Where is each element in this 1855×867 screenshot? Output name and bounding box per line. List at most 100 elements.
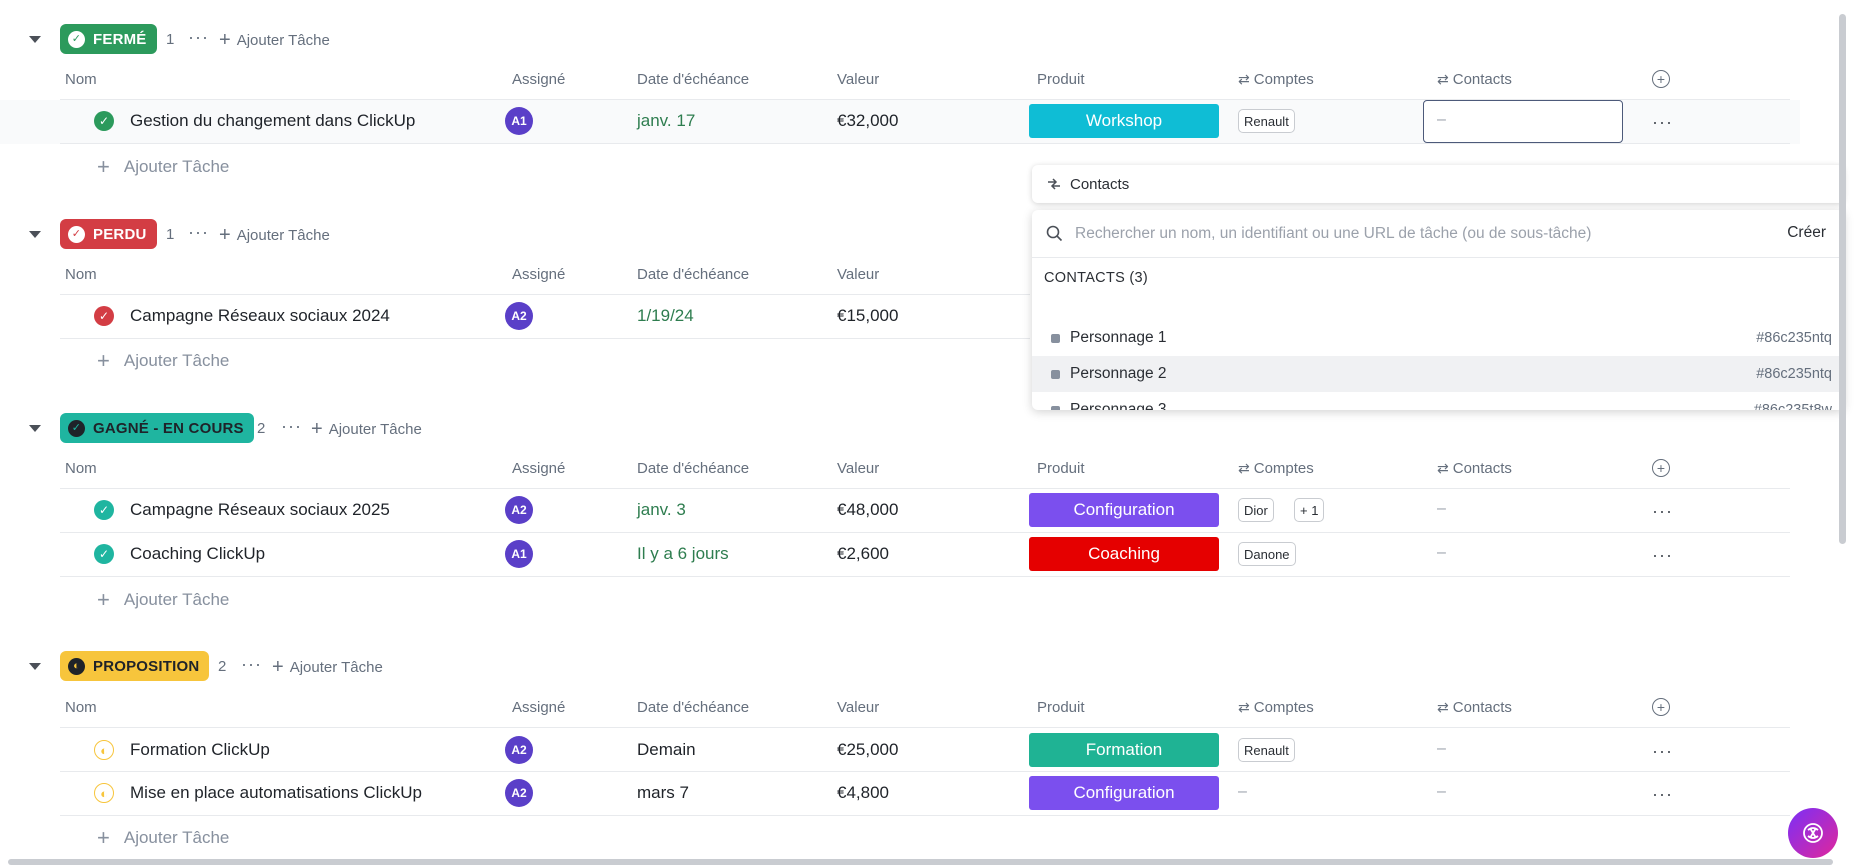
status-badge-ferme[interactable]: ✓ FERMÉ — [60, 24, 157, 54]
col-header-contacts[interactable]: ⇄ Contacts — [1437, 71, 1512, 88]
add-column-icon[interactable]: + — [1652, 698, 1670, 716]
col-header-name[interactable]: Nom — [65, 71, 97, 88]
account-more-chip[interactable]: + 1 — [1294, 498, 1325, 522]
product-tag[interactable]: Configuration — [1029, 776, 1219, 810]
col-header-assignee[interactable]: Assigné — [512, 266, 565, 283]
task-status-icon[interactable]: ◐ — [94, 740, 114, 760]
task-value[interactable]: €4,800 — [837, 783, 889, 803]
avatar[interactable]: A1 — [505, 540, 533, 568]
task-status-icon[interactable]: ✓ — [94, 500, 114, 520]
avatar[interactable]: A2 — [505, 779, 533, 807]
col-header-contacts[interactable]: ⇄ Contacts — [1437, 460, 1512, 477]
avatar[interactable]: A2 — [505, 302, 533, 330]
col-header-contacts[interactable]: ⇄ Contacts — [1437, 699, 1512, 716]
contact-option[interactable]: Personnage 3 #86c235t8w — [1032, 392, 1844, 410]
col-header-due[interactable]: Date d'échéance — [637, 699, 749, 716]
product-tag[interactable]: Coaching — [1029, 537, 1219, 571]
task-due-date[interactable]: 1/19/24 — [637, 306, 694, 326]
col-header-value[interactable]: Valeur — [837, 460, 879, 477]
account-chip[interactable]: Danone — [1238, 542, 1296, 566]
task-due-date[interactable]: Demain — [637, 740, 696, 760]
table-row[interactable] — [60, 728, 1790, 771]
row-more-icon[interactable]: ··· — [1652, 742, 1673, 760]
collapse-caret-icon[interactable] — [29, 36, 41, 43]
ai-assistant-button[interactable] — [1788, 808, 1838, 858]
group-more-icon[interactable]: ··· — [241, 655, 262, 673]
group-add-task-button[interactable]: + Ajouter Tâche — [311, 419, 422, 439]
avatar[interactable]: A1 — [505, 107, 533, 135]
col-header-due[interactable]: Date d'échéance — [637, 266, 749, 283]
collapse-caret-icon[interactable] — [29, 231, 41, 238]
task-value[interactable]: €2,600 — [837, 544, 889, 564]
task-value[interactable]: €15,000 — [837, 306, 898, 326]
contact-option[interactable]: Personnage 2 #86c235ntq — [1032, 356, 1844, 392]
col-header-assignee[interactable]: Assigné — [512, 699, 565, 716]
add-task-row[interactable]: + Ajouter Tâche — [97, 156, 229, 178]
col-header-assignee[interactable]: Assigné — [512, 460, 565, 477]
task-value[interactable]: €48,000 — [837, 500, 898, 520]
avatar[interactable]: A2 — [505, 496, 533, 524]
contacts-value[interactable]: – — [1437, 500, 1446, 518]
group-more-icon[interactable]: ··· — [188, 28, 209, 46]
add-task-row[interactable]: + Ajouter Tâche — [97, 350, 229, 372]
col-header-accounts[interactable]: ⇄ Comptes — [1238, 460, 1314, 477]
search-input[interactable]: Rechercher un nom, un identifiant ou une… — [1075, 225, 1591, 243]
task-value[interactable]: €32,000 — [837, 111, 898, 131]
row-more-icon[interactable]: ··· — [1652, 546, 1673, 564]
contacts-field-header[interactable]: Contacts — [1032, 165, 1844, 203]
col-header-name[interactable]: Nom — [65, 699, 97, 716]
col-header-name[interactable]: Nom — [65, 266, 97, 283]
table-row[interactable] — [60, 533, 1790, 576]
col-header-name[interactable]: Nom — [65, 460, 97, 477]
contacts-value[interactable]: – — [1437, 783, 1446, 801]
col-header-assignee[interactable]: Assigné — [512, 71, 565, 88]
collapse-caret-icon[interactable] — [29, 425, 41, 432]
add-column-icon[interactable]: + — [1652, 70, 1670, 88]
task-status-icon[interactable]: ✓ — [94, 306, 114, 326]
accounts-value[interactable]: – — [1238, 783, 1247, 801]
group-add-task-button[interactable]: + Ajouter Tâche — [219, 225, 330, 245]
col-header-value[interactable]: Valeur — [837, 71, 879, 88]
col-header-value[interactable]: Valeur — [837, 266, 879, 283]
task-name[interactable]: Coaching ClickUp — [130, 544, 265, 564]
status-badge-perdu[interactable]: ✓ PERDU — [60, 219, 157, 249]
product-tag[interactable]: Workshop — [1029, 104, 1219, 138]
task-due-date[interactable]: janv. 3 — [637, 500, 686, 520]
contacts-value[interactable]: – — [1437, 740, 1446, 758]
product-tag[interactable]: Configuration — [1029, 493, 1219, 527]
collapse-caret-icon[interactable] — [29, 663, 41, 670]
account-chip[interactable]: Dior — [1238, 498, 1274, 522]
avatar[interactable]: A2 — [505, 736, 533, 764]
col-header-product[interactable]: Produit — [1037, 71, 1085, 88]
vertical-scrollbar[interactable] — [1839, 14, 1846, 544]
row-more-icon[interactable]: ··· — [1652, 502, 1673, 520]
task-due-date[interactable]: mars 7 — [637, 783, 689, 803]
group-add-task-button[interactable]: + Ajouter Tâche — [272, 657, 383, 677]
row-more-icon[interactable]: ··· — [1652, 113, 1673, 131]
col-header-product[interactable]: Produit — [1037, 460, 1085, 477]
task-status-icon[interactable]: ◐ — [94, 783, 114, 803]
col-header-accounts[interactable]: ⇄ Comptes — [1238, 699, 1314, 716]
account-chip[interactable]: Renault — [1238, 738, 1295, 762]
task-name[interactable]: Mise en place automatisations ClickUp — [130, 783, 422, 803]
task-due-date[interactable]: Il y a 6 jours — [637, 544, 729, 564]
horizontal-scrollbar[interactable] — [8, 859, 1833, 865]
contacts-value[interactable]: – — [1437, 544, 1446, 562]
task-status-icon[interactable]: ✓ — [94, 544, 114, 564]
task-name[interactable]: Gestion du changement dans ClickUp — [130, 111, 415, 131]
task-name[interactable]: Campagne Réseaux sociaux 2025 — [130, 500, 390, 520]
col-header-due[interactable]: Date d'échéance — [637, 460, 749, 477]
contact-option[interactable]: Personnage 1 #86c235ntq — [1032, 320, 1844, 356]
task-name[interactable]: Formation ClickUp — [130, 740, 270, 760]
add-task-row[interactable]: + Ajouter Tâche — [97, 589, 229, 611]
group-more-icon[interactable]: ··· — [281, 417, 302, 435]
create-button[interactable]: Créer — [1787, 224, 1826, 242]
col-header-value[interactable]: Valeur — [837, 699, 879, 716]
task-status-icon[interactable]: ✓ — [94, 111, 114, 131]
row-more-icon[interactable]: ··· — [1652, 785, 1673, 803]
group-more-icon[interactable]: ··· — [188, 223, 209, 241]
account-chip[interactable]: Renault — [1238, 109, 1295, 133]
product-tag[interactable]: Formation — [1029, 733, 1219, 767]
col-header-accounts[interactable]: ⇄ Comptes — [1238, 71, 1314, 88]
task-value[interactable]: €25,000 — [837, 740, 898, 760]
